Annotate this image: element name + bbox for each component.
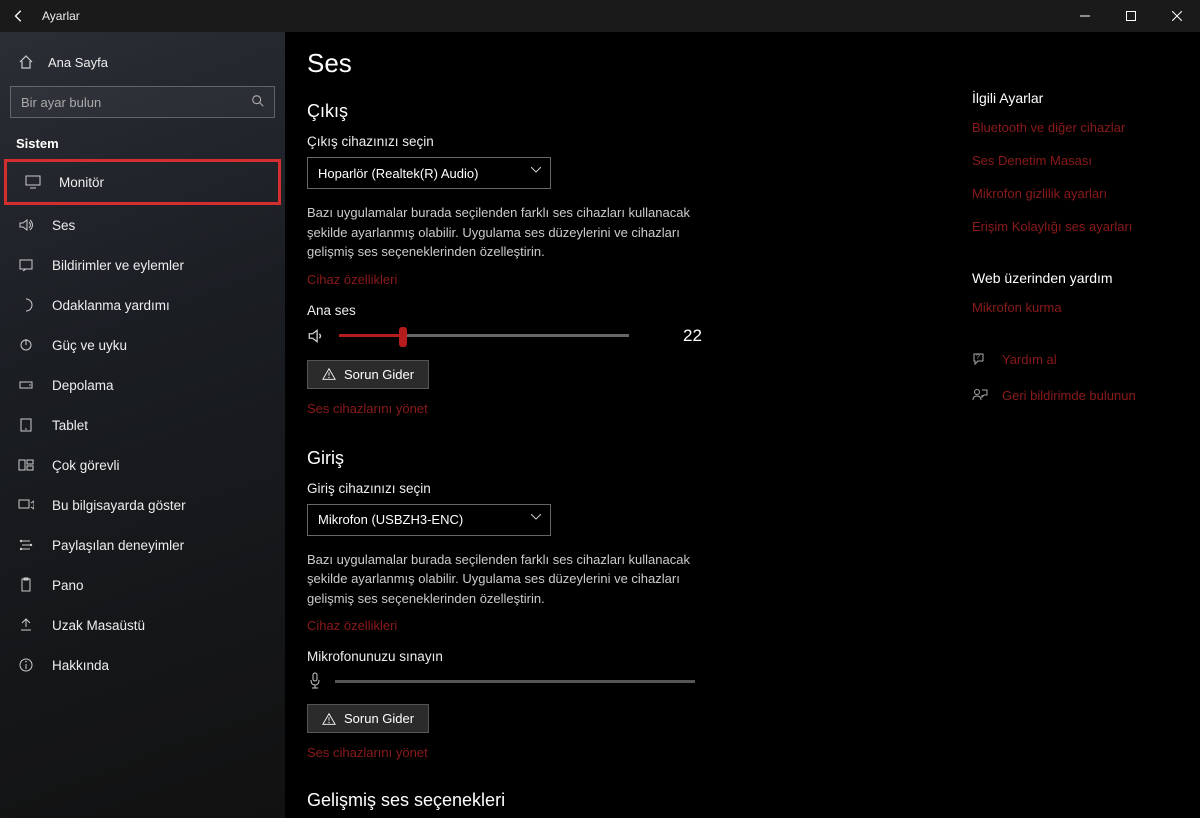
- close-button[interactable]: [1154, 0, 1200, 32]
- warning-icon: [322, 367, 336, 381]
- power-icon: [18, 337, 36, 353]
- sidebar-item-label: Uzak Masaüstü: [52, 618, 145, 633]
- mic-test-label: Mikrofonunuzu sınayın: [307, 649, 942, 664]
- clipboard-icon: [18, 577, 36, 593]
- sidebar-item-clipboard[interactable]: Pano: [0, 565, 285, 605]
- sidebar-item-label: Monitör: [59, 175, 104, 190]
- output-troubleshoot-button[interactable]: Sorun Gider: [307, 360, 429, 389]
- minimize-button[interactable]: [1062, 0, 1108, 32]
- sidebar-item-label: Depolama: [52, 378, 114, 393]
- tablet-icon: [18, 417, 36, 433]
- sound-icon: [18, 217, 36, 233]
- input-heading: Giriş: [307, 448, 942, 469]
- svg-text:?: ?: [976, 354, 980, 361]
- monitor-icon: [25, 174, 43, 190]
- page-title: Ses: [307, 48, 942, 79]
- output-select-label: Çıkış cihazınızı seçin: [307, 134, 942, 149]
- volume-slider[interactable]: [339, 334, 629, 337]
- input-troubleshoot-button[interactable]: Sorun Gider: [307, 704, 429, 733]
- sidebar-item-label: Ses: [52, 218, 75, 233]
- input-select-label: Giriş cihazınızı seçin: [307, 481, 942, 496]
- project-icon: [18, 497, 36, 513]
- maximize-button[interactable]: [1108, 0, 1154, 32]
- titlebar: Ayarlar: [0, 0, 1200, 32]
- feedback-icon: [972, 387, 990, 403]
- sidebar-item-label: Hakkında: [52, 658, 109, 673]
- output-heading: Çıkış: [307, 101, 942, 122]
- sidebar-item-label: Tablet: [52, 418, 88, 433]
- sidebar-item-label: Paylaşılan deneyimler: [52, 538, 184, 553]
- related-heading: İlgili Ayarlar: [972, 90, 1172, 106]
- home-icon: [18, 54, 34, 70]
- help-icon: ?: [972, 351, 990, 367]
- output-device-props-link[interactable]: Cihaz özellikleri: [307, 272, 942, 287]
- microphone-icon: [307, 672, 323, 690]
- search-input[interactable]: [10, 86, 275, 118]
- sidebar-item-label: Güç ve uyku: [52, 338, 127, 353]
- webhelp-heading: Web üzerinden yardım: [972, 270, 1172, 286]
- webhelp-link-mic-setup[interactable]: Mikrofon kurma: [972, 300, 1172, 315]
- input-manage-link[interactable]: Ses cihazlarını yönet: [307, 745, 942, 760]
- remote-icon: [18, 617, 36, 633]
- volume-value: 22: [683, 326, 702, 346]
- sidebar-item-focus[interactable]: Odaklanma yardımı: [0, 285, 285, 325]
- back-button[interactable]: [12, 9, 26, 23]
- sidebar-item-remote[interactable]: Uzak Masaüstü: [0, 605, 285, 645]
- notifications-icon: [18, 257, 36, 273]
- related-link-sound-panel[interactable]: Ses Denetim Masası: [972, 153, 1172, 168]
- output-manage-link[interactable]: Ses cihazlarını yönet: [307, 401, 942, 416]
- sidebar: Ana Sayfa Sistem Monitör Ses Bildirimler…: [0, 32, 285, 818]
- sidebar-section-label: Sistem: [0, 134, 285, 159]
- window-title: Ayarlar: [42, 9, 80, 23]
- sidebar-item-storage[interactable]: Depolama: [0, 365, 285, 405]
- focus-icon: [18, 297, 36, 313]
- speaker-icon[interactable]: [307, 327, 325, 345]
- sidebar-item-about[interactable]: Hakkında: [0, 645, 285, 685]
- get-help-action[interactable]: ? Yardım al: [972, 351, 1172, 367]
- advanced-heading: Gelişmiş ses seçenekleri: [307, 790, 942, 811]
- sidebar-item-label: Çok görevli: [52, 458, 120, 473]
- sidebar-item-label: Odaklanma yardımı: [52, 298, 170, 313]
- master-volume-label: Ana ses: [307, 303, 942, 318]
- mic-level-bar: [335, 680, 695, 683]
- input-device-props-link[interactable]: Cihaz özellikleri: [307, 618, 942, 633]
- sidebar-item-multitask[interactable]: Çok görevli: [0, 445, 285, 485]
- sidebar-item-monitor[interactable]: Monitör: [4, 159, 281, 205]
- sidebar-item-power[interactable]: Güç ve uyku: [0, 325, 285, 365]
- feedback-action[interactable]: Geri bildirimde bulunun: [972, 387, 1172, 403]
- related-link-bluetooth[interactable]: Bluetooth ve diğer cihazlar: [972, 120, 1172, 135]
- sidebar-item-sound[interactable]: Ses: [0, 205, 285, 245]
- sidebar-item-label: Bildirimler ve eylemler: [52, 258, 184, 273]
- related-link-ease-audio[interactable]: Erişim Kolaylığı ses ayarları: [972, 219, 1172, 234]
- sidebar-item-shared[interactable]: Paylaşılan deneyimler: [0, 525, 285, 565]
- input-device-select[interactable]: Mikrofon (USBZH3-ENC): [307, 504, 551, 536]
- related-link-mic-privacy[interactable]: Mikrofon gizlilik ayarları: [972, 186, 1172, 201]
- home-label: Ana Sayfa: [48, 55, 108, 70]
- sidebar-item-notifications[interactable]: Bildirimler ve eylemler: [0, 245, 285, 285]
- multitask-icon: [18, 457, 36, 473]
- sidebar-item-project[interactable]: Bu bilgisayarda göster: [0, 485, 285, 525]
- shared-icon: [18, 537, 36, 553]
- input-desc: Bazı uygulamalar burada seçilenden farkl…: [307, 550, 707, 609]
- warning-icon: [322, 712, 336, 726]
- sidebar-item-label: Pano: [52, 578, 84, 593]
- sidebar-item-label: Bu bilgisayarda göster: [52, 498, 186, 513]
- storage-icon: [18, 377, 36, 393]
- about-icon: [18, 657, 36, 673]
- search-icon: [251, 94, 265, 108]
- output-device-select[interactable]: Hoparlör (Realtek(R) Audio): [307, 157, 551, 189]
- home-button[interactable]: Ana Sayfa: [0, 44, 285, 80]
- output-desc: Bazı uygulamalar burada seçilenden farkl…: [307, 203, 707, 262]
- sidebar-item-tablet[interactable]: Tablet: [0, 405, 285, 445]
